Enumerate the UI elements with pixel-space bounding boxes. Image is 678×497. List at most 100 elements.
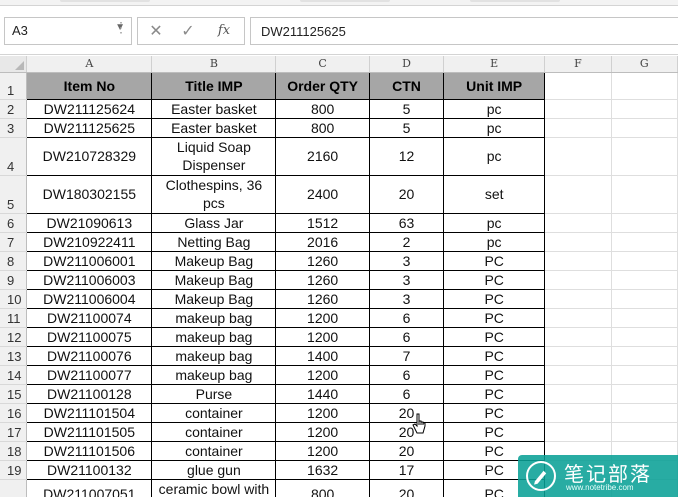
cell[interactable]: 20 — [368, 478, 445, 497]
empty-cell[interactable] — [544, 137, 612, 176]
cell[interactable]: makeup bag — [151, 345, 277, 366]
cell[interactable]: 1260 — [275, 269, 370, 290]
header-cell-unit[interactable]: Unit IMP — [443, 71, 546, 100]
cell[interactable]: DW211006001 — [26, 250, 153, 271]
cell[interactable]: 3 — [368, 288, 445, 309]
cell[interactable]: 6 — [368, 326, 445, 347]
cell[interactable]: PC — [443, 326, 546, 347]
cell[interactable]: PC — [443, 402, 546, 423]
cell[interactable]: pc — [443, 212, 546, 233]
cell[interactable]: 800 — [275, 478, 370, 497]
empty-cell[interactable] — [611, 270, 678, 290]
cell[interactable]: Liquid Soap Dispenser — [151, 136, 277, 176]
empty-cell[interactable] — [544, 118, 612, 138]
empty-cell[interactable] — [611, 422, 678, 442]
row-number[interactable]: 20 — [0, 479, 28, 497]
empty-cell[interactable] — [544, 422, 612, 442]
cell[interactable]: glue gun — [151, 459, 277, 480]
cell[interactable]: DW210728329 — [26, 136, 153, 176]
header-cell-ctn[interactable]: CTN — [368, 71, 445, 100]
cell[interactable]: DW210922411 — [26, 231, 153, 252]
cell[interactable]: 5 — [368, 117, 445, 138]
cell[interactable]: 800 — [275, 117, 370, 138]
column-header-e[interactable]: E — [443, 56, 546, 73]
cell[interactable]: DW211006004 — [26, 288, 153, 309]
cell[interactable]: container — [151, 440, 277, 461]
row-number[interactable]: 2 — [0, 99, 28, 119]
empty-cell[interactable] — [611, 118, 678, 138]
cell[interactable]: pc — [443, 117, 546, 138]
cell[interactable]: 2400 — [275, 174, 370, 214]
cell[interactable]: makeup bag — [151, 307, 277, 328]
row-number[interactable]: 12 — [0, 327, 28, 347]
cell[interactable]: 20 — [368, 440, 445, 461]
cell[interactable]: PC — [443, 250, 546, 271]
cell[interactable]: DW21090613 — [26, 212, 153, 233]
ribbon-tab[interactable] — [60, 0, 150, 2]
empty-cell[interactable] — [611, 327, 678, 347]
empty-cell[interactable] — [544, 289, 612, 309]
empty-cell[interactable] — [611, 251, 678, 271]
cell[interactable]: 1632 — [275, 459, 370, 480]
empty-cell[interactable] — [544, 232, 612, 252]
cell[interactable]: container — [151, 421, 277, 442]
cell[interactable]: 1260 — [275, 288, 370, 309]
cell[interactable]: set — [443, 174, 546, 214]
insert-function-icon[interactable]: fx — [212, 23, 236, 38]
empty-cell[interactable] — [544, 384, 612, 404]
cell[interactable]: pc — [443, 136, 546, 176]
empty-cell[interactable] — [611, 346, 678, 366]
cell[interactable]: 7 — [368, 345, 445, 366]
cell[interactable]: DW180302155 — [26, 174, 153, 214]
cell[interactable]: DW211007051 — [26, 478, 153, 497]
cell[interactable]: 1400 — [275, 345, 370, 366]
row-number[interactable]: 3 — [0, 118, 28, 138]
cell[interactable]: DW21100074 — [26, 307, 153, 328]
cell[interactable]: 20 — [368, 421, 445, 442]
cell[interactable]: 6 — [368, 383, 445, 404]
cell[interactable]: Netting Bag — [151, 231, 277, 252]
cell[interactable]: DW21100076 — [26, 345, 153, 366]
cell[interactable]: DW211125625 — [26, 117, 153, 138]
empty-cell[interactable] — [544, 346, 612, 366]
empty-cell[interactable] — [544, 72, 612, 100]
enter-icon[interactable]: ✓ — [176, 21, 200, 41]
cell[interactable]: DW21100077 — [26, 364, 153, 385]
empty-cell[interactable] — [544, 327, 612, 347]
cell[interactable]: makeup bag — [151, 364, 277, 385]
cell[interactable]: 1512 — [275, 212, 370, 233]
column-header-b[interactable]: B — [151, 56, 277, 73]
row-number[interactable]: 6 — [0, 213, 28, 233]
cell[interactable]: 1200 — [275, 421, 370, 442]
cell[interactable]: 800 — [275, 98, 370, 119]
row-number[interactable]: 17 — [0, 422, 28, 442]
cell[interactable]: PC — [443, 421, 546, 442]
cell[interactable]: 5 — [368, 98, 445, 119]
empty-cell[interactable] — [544, 403, 612, 423]
cell[interactable]: 12 — [368, 136, 445, 176]
row-number[interactable]: 10 — [0, 289, 28, 309]
header-cell-order-qty[interactable]: Order QTY — [275, 71, 370, 100]
cell[interactable]: Clothespins, 36 pcs — [151, 174, 277, 214]
row-number[interactable]: 4 — [0, 137, 28, 176]
empty-cell[interactable] — [611, 308, 678, 328]
empty-cell[interactable] — [611, 403, 678, 423]
empty-cell[interactable] — [544, 213, 612, 233]
cell[interactable]: Easter basket — [151, 98, 277, 119]
ribbon-tab[interactable] — [470, 0, 560, 2]
cell[interactable]: 1200 — [275, 364, 370, 385]
empty-cell[interactable] — [611, 384, 678, 404]
cell[interactable]: Makeup Bag — [151, 250, 277, 271]
cell[interactable]: DW211101505 — [26, 421, 153, 442]
column-header-d[interactable]: D — [369, 56, 445, 73]
row-number[interactable]: 7 — [0, 232, 28, 252]
empty-cell[interactable] — [611, 72, 678, 100]
cell[interactable]: 1440 — [275, 383, 370, 404]
header-cell-item-no[interactable]: Item No — [26, 71, 153, 100]
cell[interactable]: 1200 — [275, 440, 370, 461]
row-number[interactable]: 14 — [0, 365, 28, 385]
cell[interactable]: PC — [443, 307, 546, 328]
cell[interactable]: Makeup Bag — [151, 269, 277, 290]
cell[interactable]: DW211125624 — [26, 98, 153, 119]
cell[interactable]: 1200 — [275, 307, 370, 328]
